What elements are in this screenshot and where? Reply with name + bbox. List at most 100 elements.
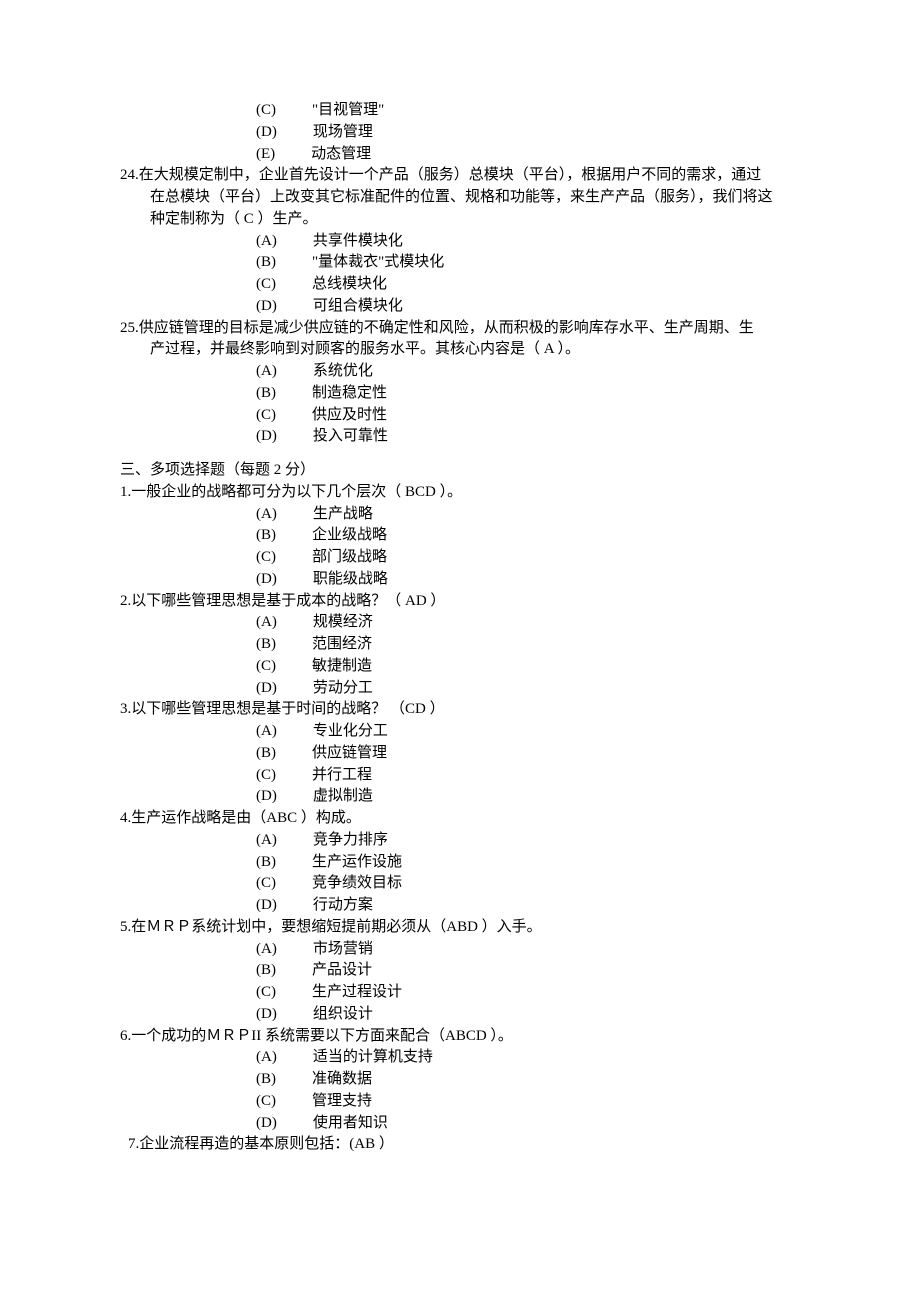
stem-line: 一个成功的ＭＲＰII 系统需要以下方面来配合（ABCD ）。 [131,1028,513,1044]
stem-line: 企业流程再造的基本原则包括：(AB ） [139,1136,394,1152]
question-m3: 3.以下哪些管理思想是基于时间的战略？ （CD ）(A)专业化分工(B)供应链管… [120,699,800,808]
option-row: (A)规模经济 [120,612,800,634]
option-text: 制造稳定性 [276,383,387,405]
question-number: 25. [120,320,139,336]
question-number: 1. [120,484,131,500]
option-text: 生产过程设计 [276,982,402,1004]
option-row: (C)并行工程 [120,765,800,787]
option-row: (A)适当的计算机支持 [120,1047,800,1069]
option-letter: (B) [256,252,276,274]
question-stem: 24.在大规模定制中，企业首先设计一个产品（服务）总模块（平台），根据用户不同的… [120,165,800,187]
option-row: (B)供应链管理 [120,743,800,765]
option-letter: (C) [256,547,276,569]
option-letter: (D) [256,569,277,591]
option-letter: (D) [256,1113,277,1135]
option-text: 虚拟制造 [277,786,373,808]
question-stem: 6.一个成功的ＭＲＰII 系统需要以下方面来配合（ABCD ）。 [120,1026,800,1048]
option-row: (A)专业化分工 [120,721,800,743]
option-text: 市场营销 [277,939,373,961]
option-letter: (A) [256,361,277,383]
option-text: 动态管理 [275,144,371,166]
option-row: (B)生产运作设施 [120,852,800,874]
option-text: 适当的计算机支持 [277,1047,433,1069]
option-letter: (A) [256,612,277,634]
question-m4: 4.生产运作战略是由（ABC ）构成。(A)竞争力排序(B)生产运作设施(C)竞… [120,808,800,917]
option-letter: (B) [256,525,276,547]
option-row: (C)生产过程设计 [120,982,800,1004]
option-letter: (C) [256,982,276,1004]
section-3-title: 三、多项选择题（每题 2 分） [120,460,800,482]
stem-line: 以下哪些管理思想是基于时间的战略？ （CD ） [131,701,444,717]
question-stem: 5.在ＭＲＰ系统计划中，要想缩短提前期必须从（ABD ）入手。 [120,917,800,939]
stem-line: 以下哪些管理思想是基于成本的战略？（ AD ） [131,593,445,609]
option-row: (D)虚拟制造 [120,786,800,808]
option-row: (C)供应及时性 [120,405,800,427]
option-row: (C)竞争绩效目标 [120,873,800,895]
stem-line: 在总模块（平台）上改变其它标准配件的位置、规格和功能等，来生产产品（服务），我们… [120,187,800,209]
stem-line: 一般企业的战略都可分为以下几个层次（ BCD ）。 [131,484,462,500]
option-text: 管理支持 [276,1091,372,1113]
option-text: 系统优化 [277,361,373,383]
option-letter: (D) [256,296,277,318]
question-m5: 5.在ＭＲＰ系统计划中，要想缩短提前期必须从（ABD ）入手。(A)市场营销(B… [120,917,800,1026]
option-row: (D)劳动分工 [120,678,800,700]
question-number: 2. [120,593,131,609]
stem-line: 在ＭＲＰ系统计划中，要想缩短提前期必须从（ABD ）入手。 [131,919,541,935]
option-letter: (A) [256,504,277,526]
question-25: 25.供应链管理的目标是减少供应链的不确定性和风险，从而积极的影响库存水平、生产… [120,318,800,449]
question-m2: 2.以下哪些管理思想是基于成本的战略？（ AD ）(A)规模经济(B)范围经济(… [120,591,800,700]
option-letter: (C) [256,274,276,296]
question-stem: 25.供应链管理的目标是减少供应链的不确定性和风险，从而积极的影响库存水平、生产… [120,318,800,340]
option-text: 专业化分工 [277,721,388,743]
option-letter: (A) [256,721,277,743]
option-letter: (C) [256,1091,276,1113]
option-text: 竞争力排序 [277,830,388,852]
option-row: (A)生产战略 [120,504,800,526]
question-stem: 1.一般企业的战略都可分为以下几个层次（ BCD ）。 [120,482,800,504]
option-letter: (A) [256,939,277,961]
stem-line: 种定制称为（ C ）生产。 [120,209,800,231]
option-row: (C)敏捷制造 [120,656,800,678]
option-row: (B)企业级战略 [120,525,800,547]
question-number: 24. [120,167,139,183]
option-text: 现场管理 [277,122,373,144]
option-letter: (B) [256,852,276,874]
option-letter: (A) [256,1047,277,1069]
option-text: 总线模块化 [276,274,387,296]
option-text: 使用者知识 [277,1113,388,1135]
option-row: (E)动态管理 [120,144,800,166]
option-letter: (C) [256,765,276,787]
option-letter: (D) [256,678,277,700]
option-text: 生产战略 [277,504,373,526]
option-row: (B)"量体裁衣"式模块化 [120,252,800,274]
multi-choice-questions: 1.一般企业的战略都可分为以下几个层次（ BCD ）。(A)生产战略(B)企业级… [120,482,800,1135]
option-text: 行动方案 [277,895,373,917]
option-row: (A)竞争力排序 [120,830,800,852]
option-text: 职能级战略 [277,569,388,591]
stem-line: 生产运作战略是由（ABC ）构成。 [131,810,361,826]
option-letter: (A) [256,830,277,852]
option-text: 组织设计 [277,1004,373,1026]
question-m6: 6.一个成功的ＭＲＰII 系统需要以下方面来配合（ABCD ）。(A)适当的计算… [120,1026,800,1135]
question-number: 5. [120,919,131,935]
option-letter: (B) [256,383,276,405]
option-row: (D)行动方案 [120,895,800,917]
option-letter: (A) [256,231,277,253]
question-m7: 7.企业流程再造的基本原则包括：(AB ） [120,1134,800,1156]
option-row: (D)可组合模块化 [120,296,800,318]
option-text: "量体裁衣"式模块化 [276,252,444,274]
option-row: (D)现场管理 [120,122,800,144]
option-row: (C)管理支持 [120,1091,800,1113]
option-text: 生产运作设施 [276,852,402,874]
option-row: (D)投入可靠性 [120,426,800,448]
option-text: 劳动分工 [277,678,373,700]
option-text: 供应及时性 [276,405,387,427]
question-number: 6. [120,1028,131,1044]
option-letter: (C) [256,873,276,895]
option-row: (C)总线模块化 [120,274,800,296]
option-letter: (B) [256,743,276,765]
option-text: 部门级战略 [276,547,387,569]
option-letter: (C) [256,100,276,122]
stem-line: 供应链管理的目标是减少供应链的不确定性和风险，从而积极的影响库存水平、生产周期、… [139,320,754,336]
option-letter: (D) [256,786,277,808]
